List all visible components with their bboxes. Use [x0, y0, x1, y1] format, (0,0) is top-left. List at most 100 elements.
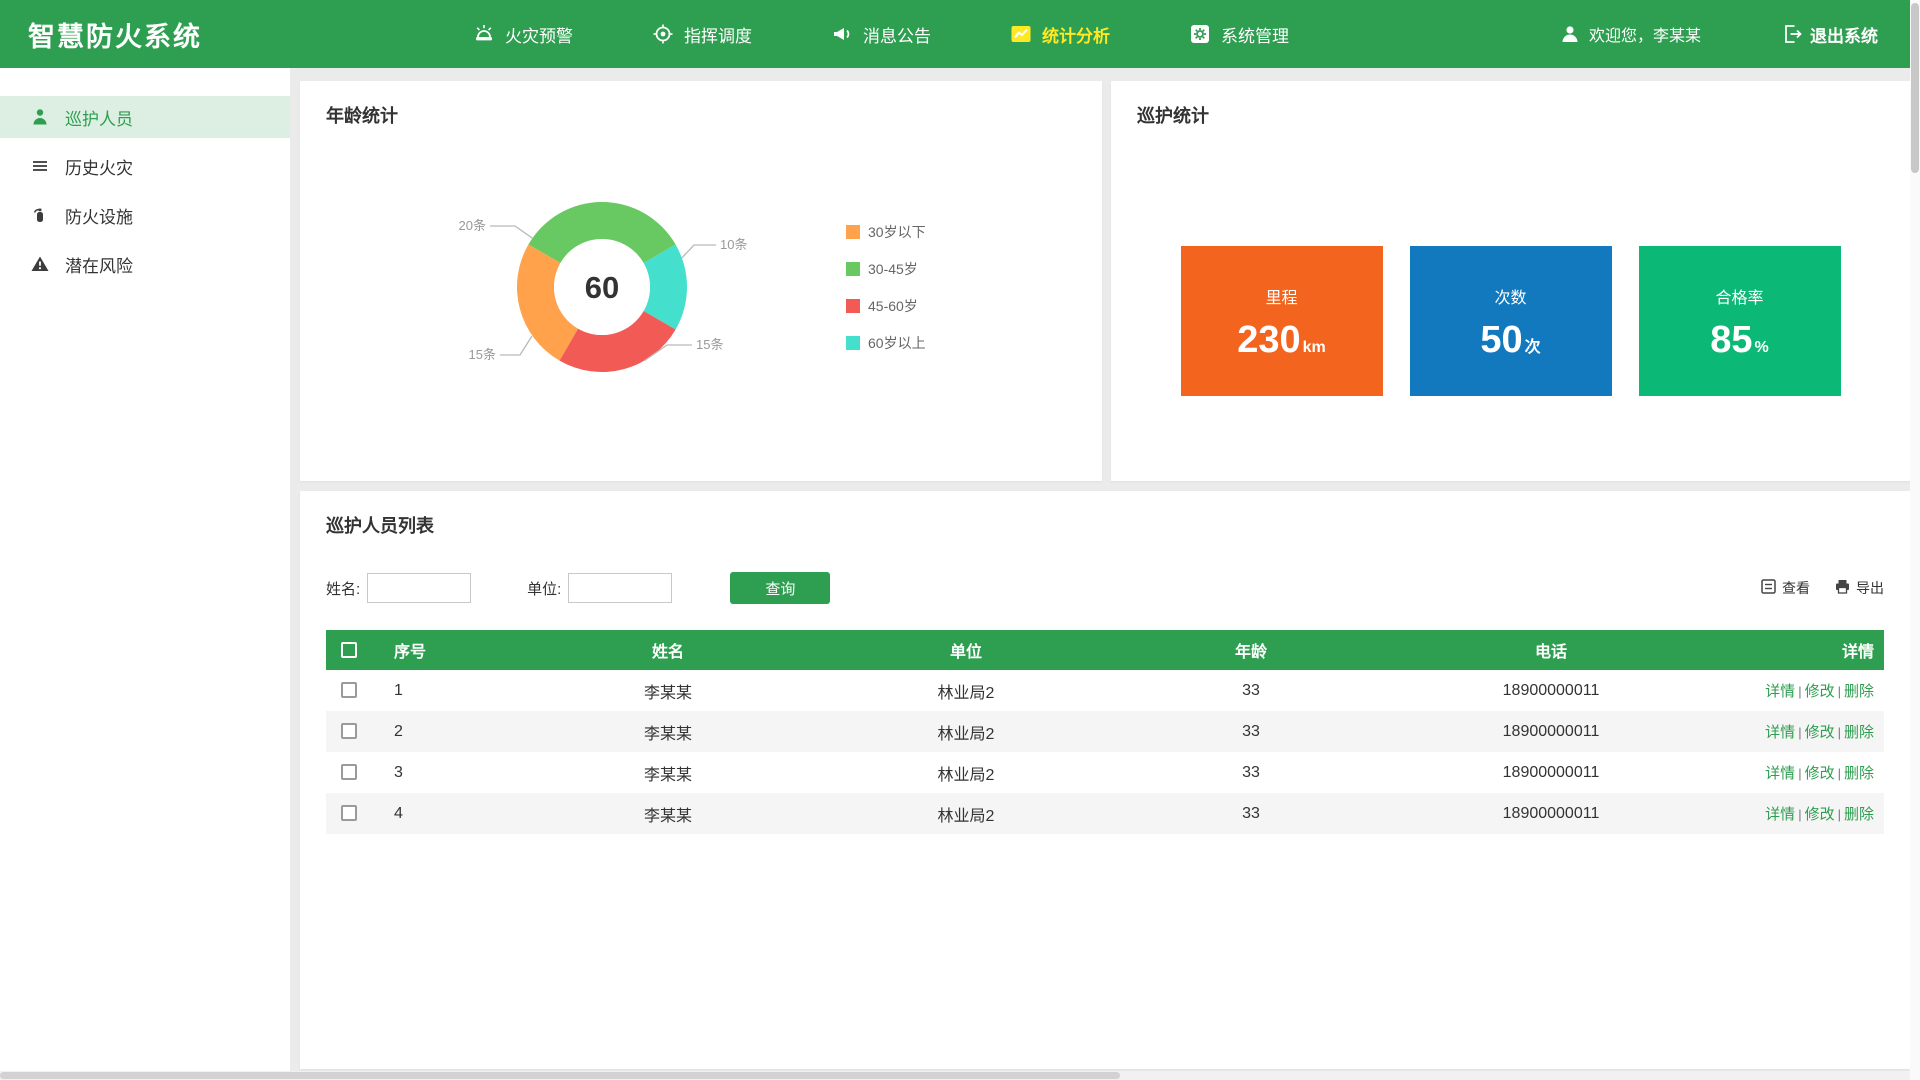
- delete-link[interactable]: 删除: [1844, 806, 1874, 823]
- table-header-row: 序号 姓名 单位 年龄 电话 详情: [326, 630, 1884, 670]
- row-checkbox[interactable]: [341, 723, 357, 739]
- callout-label-orange: 15条: [469, 347, 496, 362]
- delete-link[interactable]: 删除: [1844, 724, 1874, 741]
- panel-title-list: 巡护人员列表: [300, 491, 1910, 538]
- stat-label: 里程: [1265, 284, 1297, 308]
- legend-swatch: [846, 336, 860, 350]
- user-icon: [1559, 23, 1581, 45]
- edit-link[interactable]: 修改: [1805, 724, 1835, 741]
- legend-item-30-45: 30-45岁: [846, 259, 926, 279]
- sidebar-item-label: 历史火灾: [65, 154, 133, 179]
- statistics-icon: [1009, 22, 1033, 46]
- sidebar-item-fire-facility[interactable]: 防火设施: [0, 194, 290, 236]
- row-checkbox[interactable]: [341, 682, 357, 698]
- name-filter-input[interactable]: [367, 573, 471, 603]
- stat-unit: 次: [1525, 333, 1541, 357]
- action-separator: |: [1838, 725, 1841, 740]
- stat-label: 合格率: [1715, 284, 1763, 308]
- col-header-unit: 单位: [824, 630, 1108, 670]
- action-separator: |: [1838, 807, 1841, 822]
- export-label: 导出: [1856, 578, 1884, 598]
- cell-unit: 林业局2: [824, 793, 1108, 834]
- cell-actions: 详情|修改|删除: [1708, 711, 1884, 752]
- sidebar-item-patrol-staff[interactable]: 巡护人员: [0, 96, 290, 138]
- unit-filter-input[interactable]: [568, 573, 672, 603]
- vertical-scrollbar[interactable]: [1910, 0, 1920, 1080]
- nav-label: 火灾预警: [505, 22, 573, 47]
- sidebar-item-fire-history[interactable]: 历史火灾: [0, 145, 290, 187]
- col-header-name: 姓名: [512, 630, 824, 670]
- view-button[interactable]: 查看: [1760, 578, 1810, 598]
- fire-history-icon: [30, 156, 50, 176]
- detail-link[interactable]: 详情: [1765, 765, 1795, 782]
- stat-card-pass-rate: 合格率 85 %: [1639, 246, 1841, 396]
- table-row: 4 李某某 林业局2 33 18900000011 详情|修改|删除: [326, 793, 1884, 834]
- panel-title-patrol: 巡护统计: [1111, 81, 1910, 128]
- patrol-person-icon: [30, 107, 50, 127]
- row-checkbox[interactable]: [341, 805, 357, 821]
- stat-value: 85: [1710, 321, 1752, 359]
- legend-item-under-30: 30岁以下: [846, 222, 926, 242]
- patrol-statistics-panel: 巡护统计 里程 230 km 次数 50 次: [1111, 81, 1910, 481]
- cell-phone: 18900000011: [1394, 793, 1708, 834]
- legend-label: 45-60岁: [868, 296, 918, 316]
- action-separator: |: [1798, 807, 1801, 822]
- stat-unit: km: [1303, 339, 1326, 357]
- logout-icon: [1781, 23, 1803, 45]
- sidebar-item-potential-risk[interactable]: 潜在风险: [0, 243, 290, 285]
- delete-link[interactable]: 删除: [1844, 765, 1874, 782]
- horizontal-scrollbar[interactable]: [0, 1071, 1910, 1080]
- nav-label: 系统管理: [1221, 22, 1289, 47]
- edit-link[interactable]: 修改: [1805, 806, 1835, 823]
- risk-warning-icon: [30, 254, 50, 274]
- callout-line-green: [490, 226, 532, 238]
- system-settings-icon: [1188, 22, 1212, 46]
- detail-link[interactable]: 详情: [1765, 683, 1795, 700]
- welcome-text: 欢迎您，李某某: [1589, 22, 1701, 46]
- select-all-checkbox[interactable]: [341, 642, 357, 658]
- legend-item-45-60: 45-60岁: [846, 296, 926, 316]
- stat-card-mileage: 里程 230 km: [1181, 246, 1383, 396]
- nav-item-system[interactable]: 系统管理: [1188, 22, 1289, 47]
- sidebar-item-label: 潜在风险: [65, 252, 133, 277]
- header-checkbox-cell: [326, 630, 372, 670]
- cell-age: 33: [1108, 752, 1394, 793]
- callout-label-green: 20条: [459, 218, 486, 233]
- nav-item-statistics[interactable]: 统计分析: [1009, 22, 1110, 47]
- horizontal-scrollbar-thumb[interactable]: [0, 1072, 1120, 1079]
- cell-phone: 18900000011: [1394, 711, 1708, 752]
- dispatch-icon: [651, 22, 675, 46]
- app-title: 智慧防火系统: [28, 15, 202, 54]
- col-header-phone: 电话: [1394, 630, 1708, 670]
- nav-item-dispatch[interactable]: 指挥调度: [651, 22, 752, 47]
- cell-unit: 林业局2: [824, 752, 1108, 793]
- main-nav: 火灾预警 指挥调度 消息公告 统计分析 系统管理: [472, 22, 1289, 47]
- table-row: 2 李某某 林业局2 33 18900000011 详情|修改|删除: [326, 711, 1884, 752]
- vertical-scrollbar-thumb[interactable]: [1911, 3, 1919, 173]
- delete-link[interactable]: 删除: [1844, 683, 1874, 700]
- edit-link[interactable]: 修改: [1805, 765, 1835, 782]
- detail-link[interactable]: 详情: [1765, 724, 1795, 741]
- logout-button[interactable]: 退出系统: [1781, 22, 1878, 47]
- col-header-index: 序号: [372, 630, 512, 670]
- nav-label: 统计分析: [1042, 22, 1110, 47]
- nav-item-announcement[interactable]: 消息公告: [830, 22, 931, 47]
- cell-actions: 详情|修改|删除: [1708, 793, 1884, 834]
- edit-link[interactable]: 修改: [1805, 683, 1835, 700]
- unit-filter-label: 单位:: [527, 578, 561, 599]
- export-button[interactable]: 导出: [1834, 578, 1884, 598]
- age-chart-area: 60 20条 10条 15条 15条 30岁以下: [300, 132, 1102, 442]
- action-separator: |: [1838, 766, 1841, 781]
- stat-value: 50: [1480, 321, 1522, 359]
- nav-item-fire-alert[interactable]: 火灾预警: [472, 22, 573, 47]
- export-icon: [1834, 578, 1851, 598]
- cell-age: 33: [1108, 670, 1394, 711]
- cell-age: 33: [1108, 793, 1394, 834]
- cell-age: 33: [1108, 711, 1394, 752]
- donut-legend: 30岁以下 30-45岁 45-60岁 60岁以上: [846, 222, 926, 353]
- filter-row: 姓名: 单位: 查询 查看 导出: [300, 572, 1910, 604]
- row-checkbox[interactable]: [341, 764, 357, 780]
- detail-link[interactable]: 详情: [1765, 806, 1795, 823]
- legend-label: 30岁以下: [868, 222, 926, 242]
- search-button[interactable]: 查询: [730, 572, 830, 604]
